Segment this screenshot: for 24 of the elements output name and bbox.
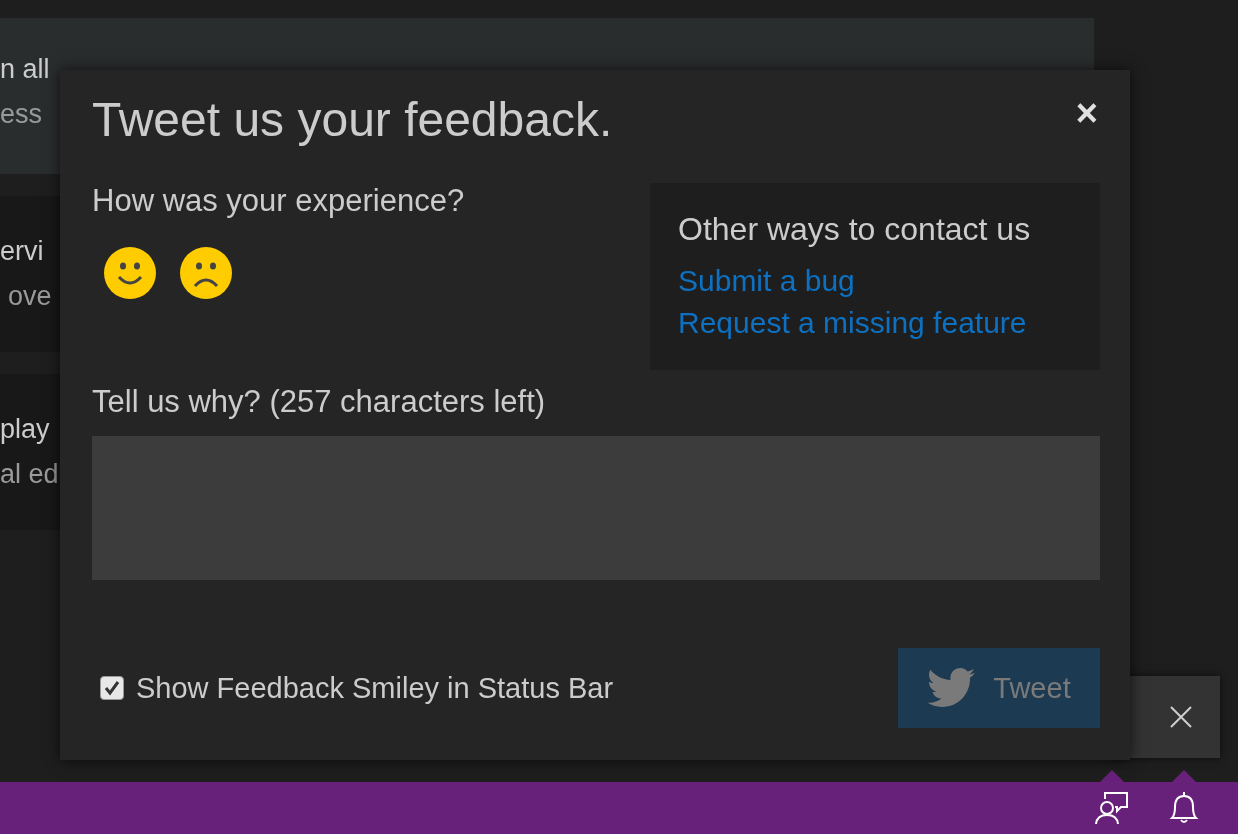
close-icon[interactable] — [1170, 706, 1192, 728]
card-description: al ed — [0, 459, 59, 490]
happy-face-icon — [104, 247, 156, 299]
bird-icon — [927, 668, 976, 708]
dialog-title: Tweet us your feedback. — [92, 92, 613, 147]
card-title: ervi — [0, 236, 44, 267]
person-speech-icon[interactable] — [1095, 791, 1129, 825]
bell-icon[interactable] — [1169, 791, 1199, 825]
check-icon — [104, 680, 120, 696]
contact-title: Other ways to contact us — [678, 211, 1032, 248]
card-title: play — [0, 414, 50, 445]
sad-face-icon — [180, 247, 232, 299]
sad-face-button[interactable] — [180, 247, 232, 299]
contact-link[interactable]: Submit a bug — [678, 260, 855, 302]
card-description: ove — [7, 281, 52, 312]
experience-label: How was your experience? — [92, 183, 465, 219]
card-description: ess — [0, 99, 43, 130]
close-button[interactable]: × — [1073, 94, 1100, 132]
contact-link[interactable]: Request a missing feature — [678, 302, 1027, 344]
why-label: Tell us why? (257 characters left) — [92, 384, 547, 420]
happy-face-button[interactable] — [104, 247, 156, 299]
checkbox[interactable] — [100, 676, 124, 700]
card-title: n all — [0, 54, 50, 85]
checkbox-label: Show Feedback Smiley in Status Bar — [136, 671, 614, 705]
